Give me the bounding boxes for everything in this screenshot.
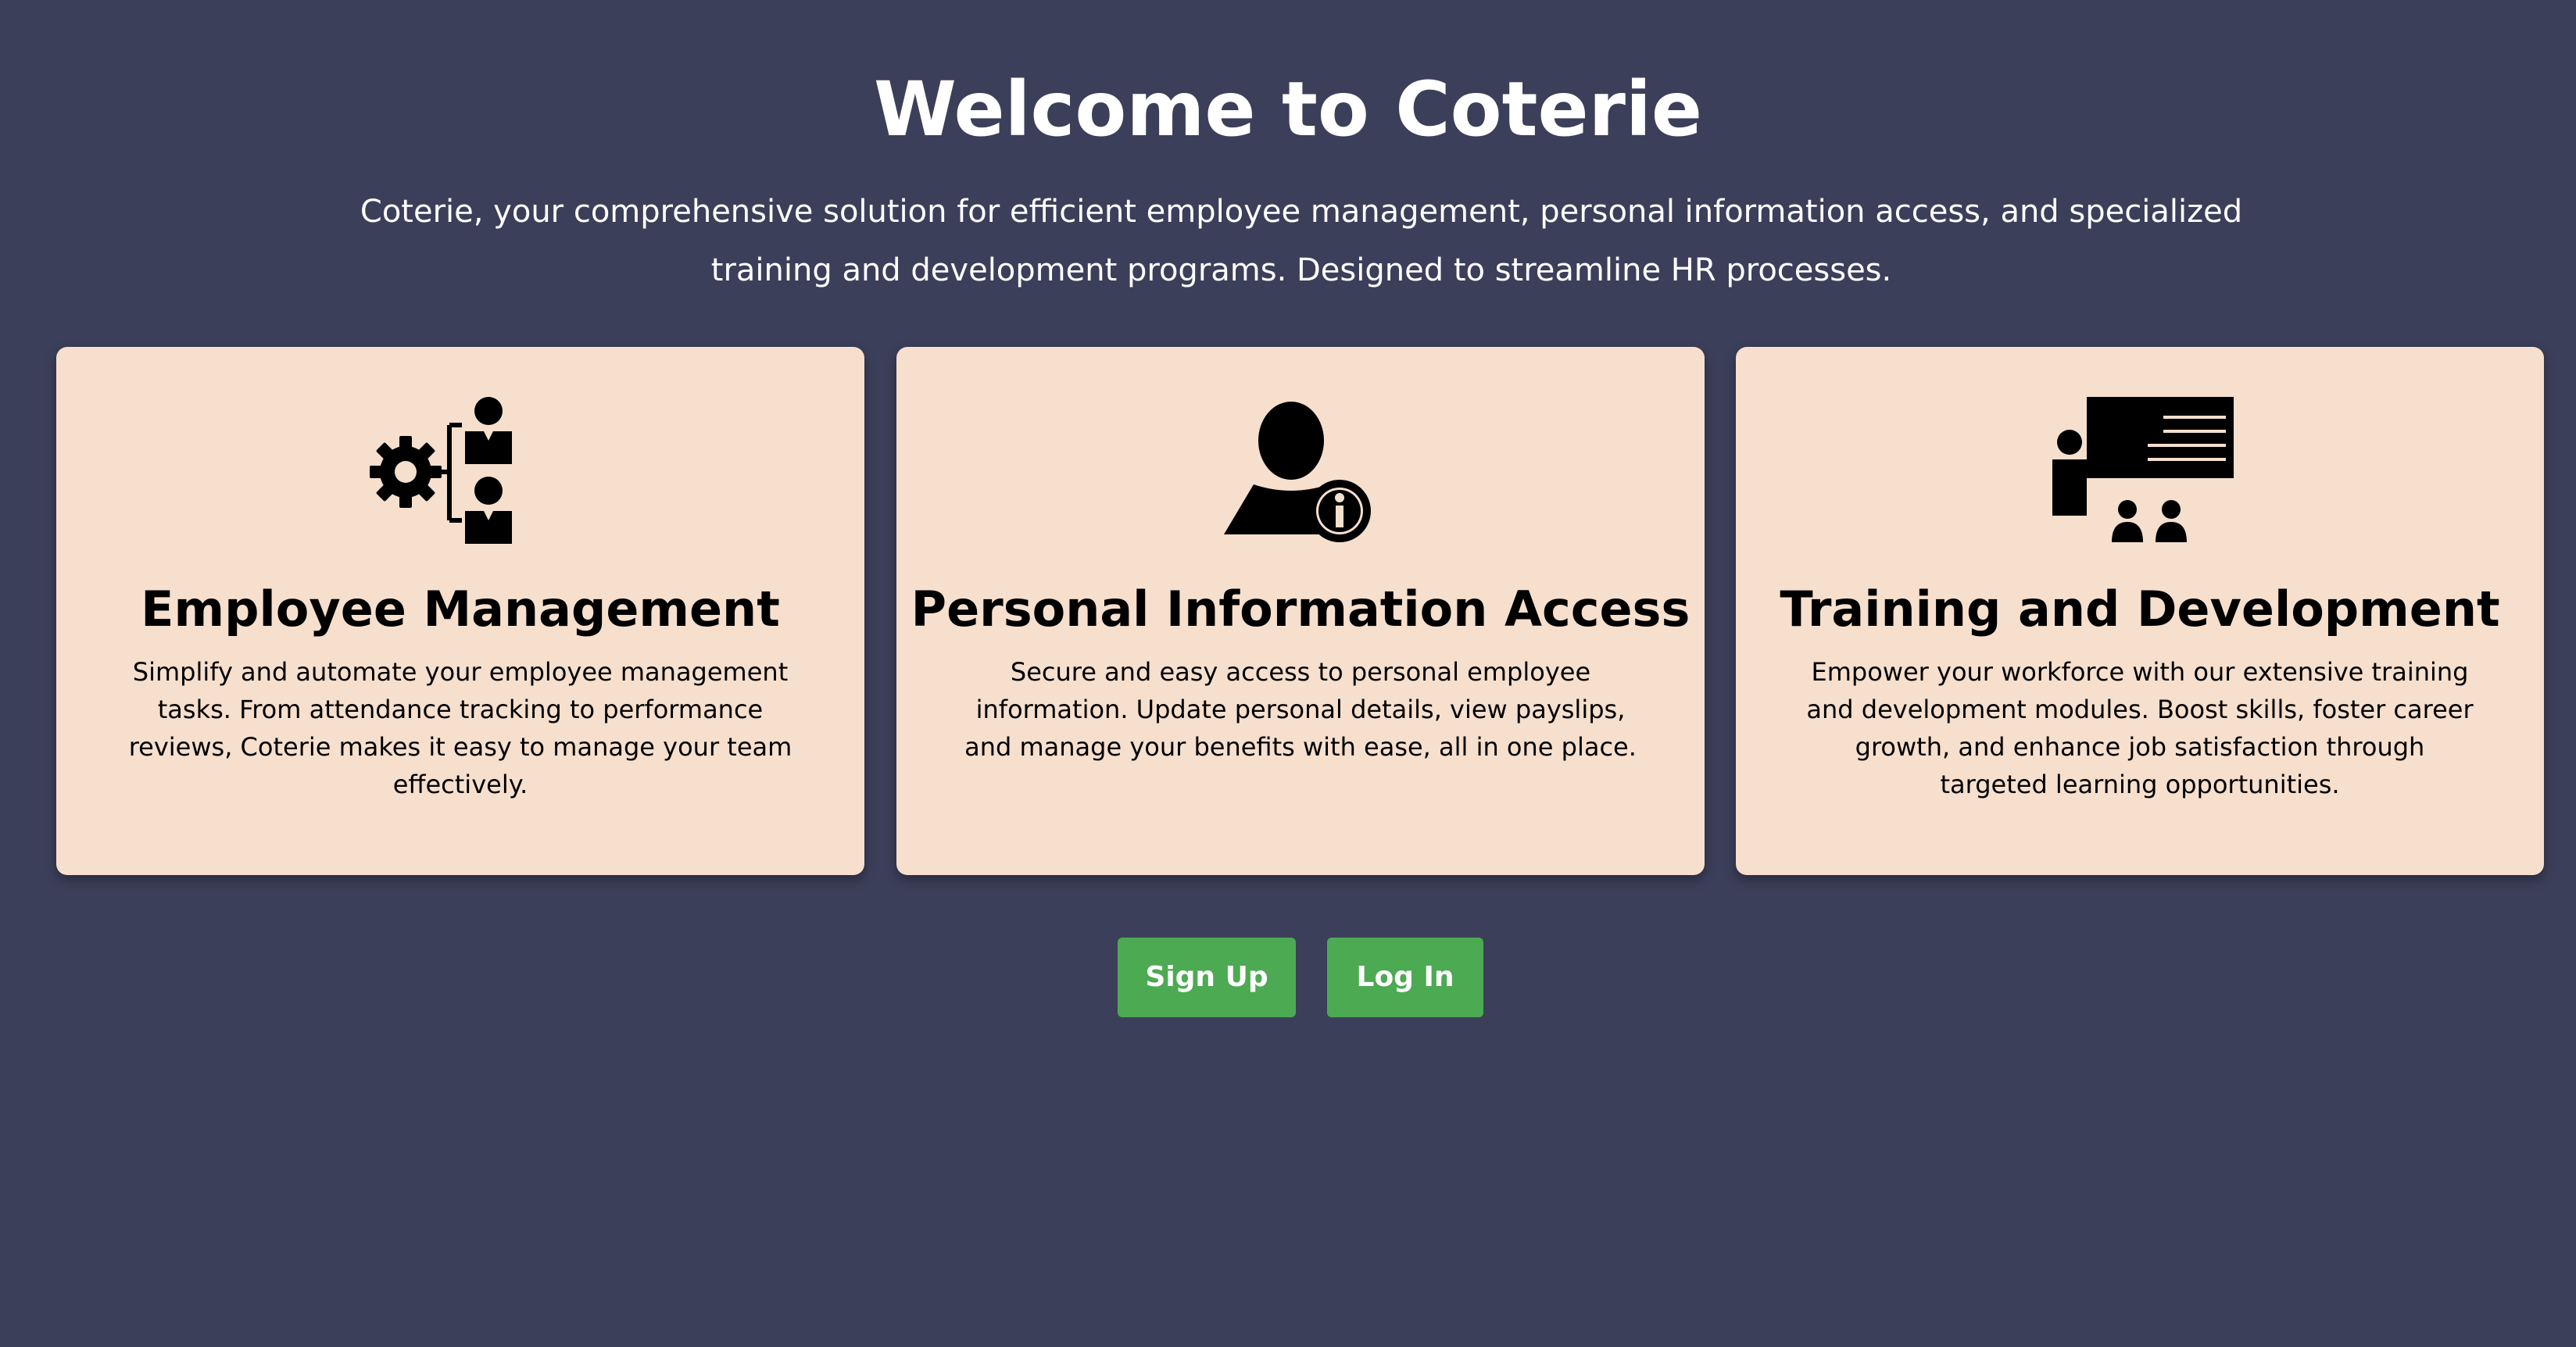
page-subtitle: Coterie, your comprehensive solution for… — [360, 194, 2243, 288]
card-title: Employee Management — [141, 581, 780, 638]
card-title: Training and Development — [1780, 581, 2500, 638]
card-description: Secure and easy access to personal emplo… — [964, 657, 1637, 762]
card-description: Simplify and automate your employee mana… — [128, 657, 792, 799]
landing-page: Welcome to Coterie Coterie, your compreh… — [0, 0, 2576, 1347]
employee-management-icon — [367, 394, 554, 550]
log-in-button[interactable]: Log In — [1327, 938, 1483, 1017]
training-presentation-icon — [2046, 394, 2234, 550]
card-description: Empower your workforce with our extensiv… — [1806, 657, 2474, 799]
card-training-development: Training and Development Empower your wo… — [1736, 347, 2544, 875]
card-title: Personal Information Access — [911, 581, 1690, 638]
card-personal-information: Personal Information Access Secure and e… — [896, 347, 1705, 875]
page-title: Welcome to Coterie — [874, 66, 1702, 153]
card-employee-management: Employee Management Simplify and automat… — [56, 347, 864, 875]
sign-up-button[interactable]: Sign Up — [1118, 938, 1296, 1017]
personal-info-icon — [1207, 394, 1394, 550]
